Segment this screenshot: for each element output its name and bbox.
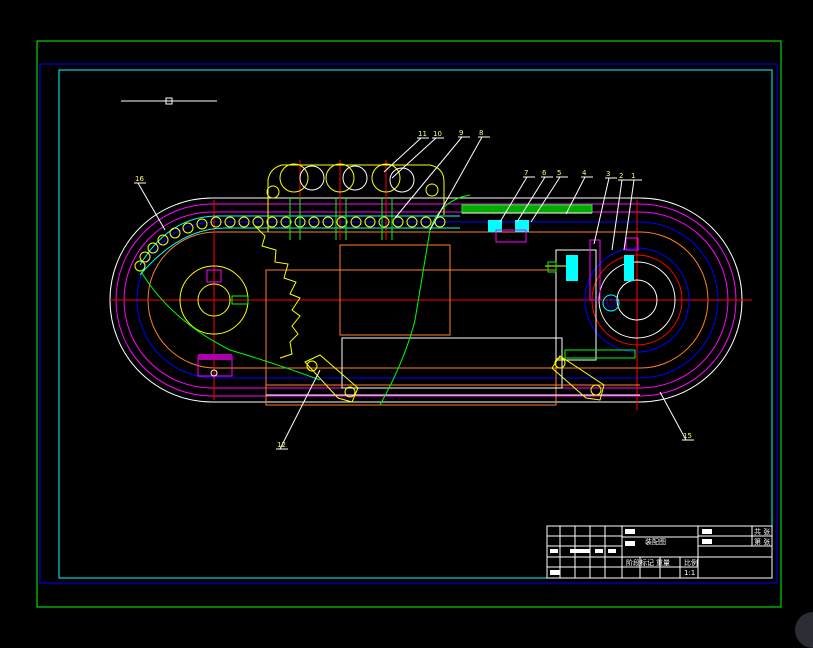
title-stage-mark: 阶段标记 [626,558,654,567]
balloon-leader-1 [623,179,635,251]
balloon-5: 5 [557,169,561,177]
balloon-15: 15 [683,432,692,440]
balloon-leader-5 [530,176,561,223]
upper-carriage [266,163,445,240]
bottom-bracket [197,354,233,377]
balloon-6: 6 [542,169,547,177]
title-drawing-name: 装配图 [645,537,666,546]
title-scale: 1:1 [684,569,695,577]
title-sheet: 第 张 [754,537,770,546]
balloon-7: 7 [524,169,528,177]
balloon-leader-9 [394,136,463,219]
balloon-11: 11 [418,130,427,138]
outer-frame [36,40,782,608]
balloon-16: 16 [135,175,144,183]
title-block: 装配图 1:1 共 张 第 张 阶段标记 重量 比例 [546,525,773,579]
balloon-8: 8 [479,129,483,137]
balloon-4: 4 [582,169,587,177]
balloon-3: 3 [606,170,610,178]
title-sheets: 共 张 [754,527,770,536]
title-scale-label: 比例 [684,558,698,567]
inner-frame [58,69,773,579]
balloon-leader-12 [279,369,321,450]
balloon-1: 1 [631,172,635,180]
balloon-leader-16 [137,182,166,231]
scale-symbol [121,97,217,105]
balloon-12: 12 [277,441,286,449]
chain-link [134,260,146,272]
title-weight: 重量 [656,559,670,567]
cad-drawing-canvas: 1234567891011121516 装配图 1:1 共 张 第 张 阶段标记… [36,40,782,608]
balloon-9: 9 [459,129,463,137]
balloon-leader-2 [611,179,623,251]
balloon-10: 10 [433,130,442,138]
balloon-leader-11 [383,137,422,173]
balloon-leader-6 [516,176,546,223]
sector-gear [254,225,301,359]
balloon-leader-7 [499,176,528,223]
balloon-2: 2 [619,172,623,180]
balloon-leader-3 [593,177,610,245]
lower-arm-right [551,349,636,401]
